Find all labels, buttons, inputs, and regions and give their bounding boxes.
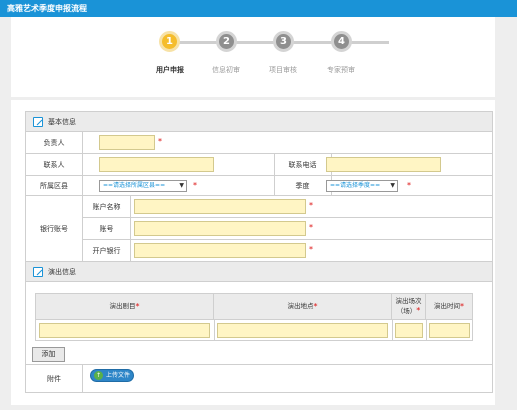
step-2-circle: 2 [216, 31, 237, 52]
required-mark: * [193, 181, 197, 190]
add-row: 添加 [26, 343, 492, 365]
account-no-label: 账号 [83, 218, 131, 240]
step-1-circle: 1 [159, 31, 180, 52]
performance-time-input[interactable] [429, 323, 470, 338]
required-mark: * [158, 137, 162, 146]
form-panel: 基本信息 负责人 * 联系人 联系电话 所属区县 ==请选择所属区县== ▼ *… [11, 100, 495, 405]
required-mark: * [309, 201, 313, 210]
responsible-label: 负责人 [26, 132, 83, 153]
contact-label: 联系人 [26, 154, 83, 175]
col-time-header: 演出时间 * [426, 294, 472, 319]
col-place-text: 演出地点 [287, 302, 314, 310]
add-button[interactable]: 添加 [32, 347, 65, 362]
performance-header: 演出信息 [26, 262, 492, 282]
quarter-select[interactable]: ==请选择季度== ▼ [326, 180, 398, 192]
attachment-row: 附件 ↑ 上传文件 [26, 365, 492, 393]
responsible-input[interactable] [99, 135, 155, 150]
col-count-unit: （场） [396, 307, 417, 315]
upload-button-label: 上传文件 [106, 372, 131, 379]
step-2-label: 信息初审 [212, 66, 240, 74]
edit-icon [33, 117, 43, 127]
quarter-select-value: ==请选择季度== [330, 182, 381, 189]
chevron-down-icon: ▼ [179, 182, 184, 189]
step-1-label: 用户申报 [156, 66, 184, 74]
divider [392, 320, 393, 340]
contact-row: 联系人 联系电话 [26, 154, 492, 176]
required-mark: * [416, 306, 421, 315]
step-4-circle: 4 [331, 31, 352, 52]
col-title-text: 演出剧目 [109, 302, 136, 310]
performance-count-input[interactable] [395, 323, 423, 338]
upload-button[interactable]: ↑ 上传文件 [90, 369, 134, 382]
basic-info-header: 基本信息 [26, 112, 492, 132]
account-no-input[interactable] [134, 221, 306, 236]
contact-input[interactable] [99, 157, 214, 172]
attachment-label: 附件 [26, 365, 83, 393]
progress-steps: 1 用户申报 2 信息初审 3 项目审核 4 专家预审 [11, 17, 495, 97]
page-header: 高雅艺术季度申报流程 [0, 0, 517, 17]
col-place-header: 演出地点 * [214, 294, 392, 319]
district-select-value: ==请选择所属区县== [103, 182, 166, 189]
performance-place-input[interactable] [217, 323, 388, 338]
step-3-label: 项目审核 [269, 66, 297, 74]
col-time-text: 演出时间 [434, 302, 460, 310]
col-count-header: 演出场次 （场）* [392, 294, 426, 319]
bank-name-label: 开户银行 [83, 240, 131, 262]
basic-info-title: 基本信息 [48, 118, 76, 126]
required-mark: * [309, 245, 313, 254]
performance-table: 演出剧目 * 演出地点 * 演出场次 （场）* 演出时间 * [35, 293, 473, 341]
bank-block: 银行账号 账户名称 * 账号 * 开户银行 * [26, 196, 492, 262]
district-select[interactable]: ==请选择所属区县== ▼ [99, 180, 187, 192]
upload-icon: ↑ [94, 371, 103, 380]
performance-title-input[interactable] [39, 323, 210, 338]
chevron-down-icon: ▼ [390, 182, 395, 189]
quarter-label: 季度 [274, 176, 332, 195]
required-mark: * [313, 302, 318, 311]
bank-name-input[interactable] [134, 243, 306, 258]
application-form: 基本信息 负责人 * 联系人 联系电话 所属区县 ==请选择所属区县== ▼ *… [25, 111, 493, 393]
required-mark: * [135, 302, 140, 311]
step-3-circle: 3 [273, 31, 294, 52]
required-mark: * [407, 181, 411, 190]
responsible-row: 负责人 * [26, 132, 492, 154]
district-row: 所属区县 ==请选择所属区县== ▼ * 季度 ==请选择季度== ▼ * [26, 176, 492, 196]
col-count-text: 演出场次 [395, 297, 422, 305]
edit-icon [33, 267, 43, 277]
bank-label: 银行账号 [26, 196, 83, 261]
phone-input[interactable] [326, 157, 441, 172]
performance-table-head: 演出剧目 * 演出地点 * 演出场次 （场）* 演出时间 * [36, 294, 472, 320]
district-label: 所属区县 [26, 176, 83, 195]
account-name-input[interactable] [134, 199, 306, 214]
performance-title: 演出信息 [48, 268, 76, 276]
phone-label: 联系电话 [274, 154, 332, 175]
col-title-header: 演出剧目 * [36, 294, 214, 319]
divider [214, 320, 215, 340]
divider [426, 320, 427, 340]
required-mark: * [460, 302, 464, 311]
step-4-label: 专家预审 [327, 66, 355, 74]
account-name-label: 账户名称 [83, 196, 131, 218]
required-mark: * [309, 223, 313, 232]
